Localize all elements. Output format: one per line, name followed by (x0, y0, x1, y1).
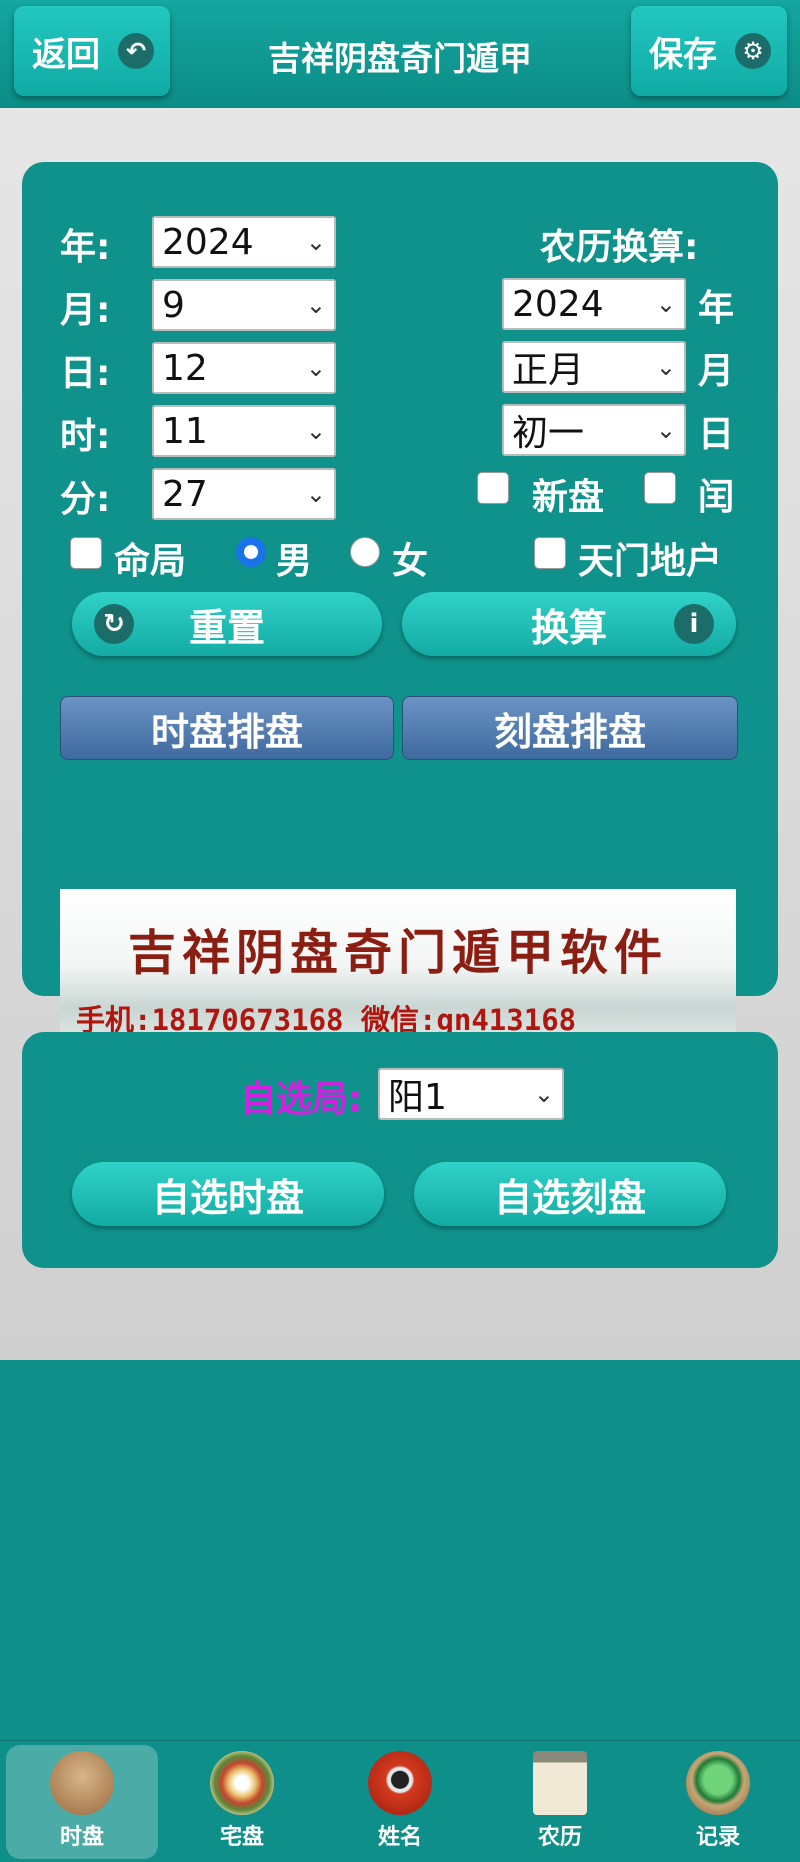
chevron-down-icon: ⌄ (655, 353, 676, 381)
leap-label: 闰 (698, 477, 735, 518)
convert-button[interactable]: 换算 i (402, 592, 736, 656)
tab-xingming[interactable]: 姓名 (324, 1745, 476, 1859)
back-button[interactable]: 返回 ↶ (14, 6, 170, 96)
refresh-icon: ↻ (94, 604, 134, 644)
calendar-icon (533, 1751, 587, 1815)
reset-button[interactable]: ↻ 重置 (72, 592, 382, 656)
male-label: 男 (276, 541, 313, 582)
new-pan-label: 新盘 (532, 477, 605, 518)
tab-label: 时盘 (59, 1825, 104, 1850)
chevron-down-icon: ⌄ (305, 291, 326, 319)
luopan-icon (210, 1751, 274, 1815)
save-label: 保存 (649, 34, 717, 75)
minute-value: 27 (162, 473, 208, 515)
tab-jilu[interactable]: 记录 (642, 1745, 794, 1859)
chevron-down-icon: ⌄ (533, 1080, 554, 1108)
tab-label: 宅盘 (219, 1825, 264, 1850)
tab-label: 记录 (695, 1825, 740, 1850)
tab-zhaipan[interactable]: 宅盘 (166, 1745, 318, 1859)
year-select[interactable]: 2024 ⌄ (152, 216, 336, 268)
reset-label: 重置 (188, 605, 265, 650)
mingju-checkbox[interactable] (70, 537, 102, 569)
chevron-down-icon: ⌄ (305, 480, 326, 508)
hour-label: 时: (60, 416, 111, 457)
hour-value: 11 (162, 410, 208, 452)
tianmen-label: 天门地户 (578, 541, 723, 582)
leap-checkbox[interactable] (644, 472, 676, 504)
month-value: 9 (162, 284, 185, 326)
chevron-down-icon: ⌄ (655, 416, 676, 444)
female-radio[interactable] (350, 537, 380, 567)
day-select[interactable]: 12 ⌄ (152, 342, 336, 394)
hour-chart-button[interactable]: 时盘排盘 (60, 696, 394, 760)
lunar-month-value: 正月 (512, 350, 585, 391)
day-value: 12 (162, 347, 208, 389)
convert-label: 换算 (530, 605, 607, 650)
lunar-heading: 农历换算: (540, 227, 699, 268)
chevron-down-icon: ⌄ (305, 228, 326, 256)
tab-nongli[interactable]: 农历 (484, 1745, 636, 1859)
back-label: 返回 (32, 34, 100, 75)
bowl-compass-icon (50, 1751, 114, 1815)
lunar-month-unit: 月 (698, 351, 735, 392)
male-radio[interactable] (236, 537, 266, 567)
banner-title: 吉祥阴盘奇门遁甲软件 (127, 925, 668, 981)
hour-select[interactable]: 11 ⌄ (152, 405, 336, 457)
content-area: 年: 月: 日: 时: 分: 2024 ⌄ 9 ⌄ 12 ⌄ 11 ⌄ 27 ⌄ 农历换算… (0, 108, 800, 1360)
tianmen-checkbox[interactable] (534, 537, 566, 569)
lunar-month-select[interactable]: 正月 ⌄ (502, 341, 686, 393)
minute-label: 分: (60, 479, 111, 520)
female-label: 女 (392, 541, 429, 582)
mingju-label: 命局 (114, 541, 187, 582)
tab-shipan[interactable]: 时盘 (6, 1745, 158, 1859)
save-button[interactable]: 保存 ⚙ (631, 6, 787, 96)
yin-yang-star-icon (368, 1751, 432, 1815)
minute-select[interactable]: 27 ⌄ (152, 468, 336, 520)
custom-ju-select[interactable]: 阳1 ⌄ (378, 1068, 564, 1120)
chevron-down-icon: ⌄ (305, 417, 326, 445)
month-select[interactable]: 9 ⌄ (152, 279, 336, 331)
tab-label: 姓名 (377, 1825, 422, 1850)
lunar-year-value: 2024 (512, 283, 604, 325)
custom-ju-panel: 自选局: 阳1 ⌄ 自选时盘 自选刻盘 (22, 1032, 778, 1268)
new-pan-checkbox[interactable] (477, 472, 509, 504)
tab-label: 农历 (537, 1825, 582, 1850)
lunar-year-unit: 年 (698, 288, 735, 329)
bottom-nav: 时盘 宅盘 姓名 农历 记录 (0, 1740, 800, 1862)
lunar-year-select[interactable]: 2024 ⌄ (502, 278, 686, 330)
info-icon: i (674, 604, 714, 644)
day-label: 日: (60, 353, 111, 394)
lunar-day-select[interactable]: 初一 ⌄ (502, 404, 686, 456)
custom-ju-value: 阳1 (388, 1077, 447, 1118)
globe-icon (686, 1751, 750, 1815)
undo-icon: ↶ (118, 33, 154, 69)
year-label: 年: (60, 227, 111, 268)
gear-icon: ⚙ (735, 33, 771, 69)
chevron-down-icon: ⌄ (305, 354, 326, 382)
page-title: 吉祥阴盘奇门遁甲 (268, 39, 532, 78)
custom-ju-label: 自选局: (240, 1079, 363, 1120)
custom-hour-button[interactable]: 自选时盘 (72, 1162, 384, 1226)
top-bar: 返回 ↶ 吉祥阴盘奇门遁甲 保存 ⚙ (0, 0, 800, 108)
lunar-day-value: 初一 (512, 413, 585, 454)
custom-ke-button[interactable]: 自选刻盘 (414, 1162, 726, 1226)
date-input-panel: 年: 月: 日: 时: 分: 2024 ⌄ 9 ⌄ 12 ⌄ 11 ⌄ 27 ⌄ 农历换算… (22, 162, 778, 996)
lunar-day-unit: 日 (698, 414, 735, 455)
chevron-down-icon: ⌄ (655, 290, 676, 318)
ke-chart-button[interactable]: 刻盘排盘 (402, 696, 738, 760)
month-label: 月: (60, 290, 111, 331)
year-value: 2024 (162, 221, 254, 263)
